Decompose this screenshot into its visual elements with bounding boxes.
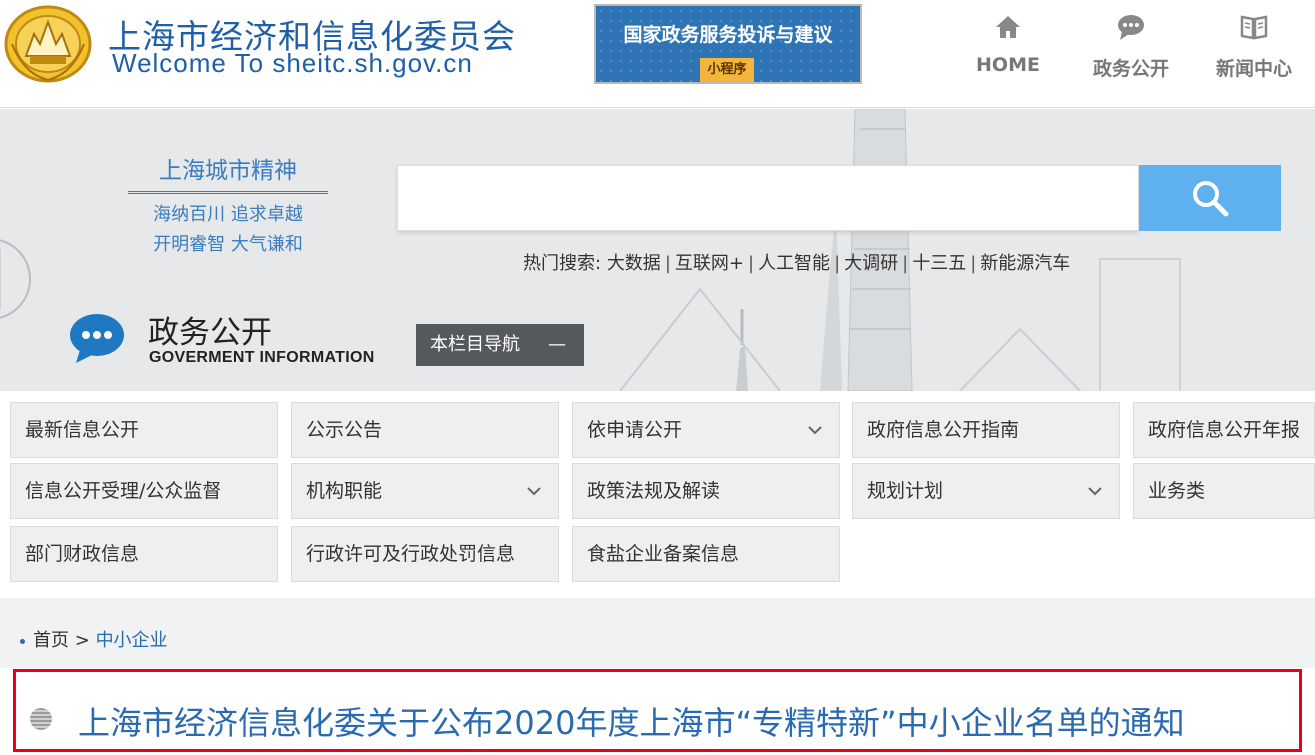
nav-gov-info-label: 政务公开 [1092, 58, 1169, 80]
category-item[interactable]: 政策法规及解读 [572, 463, 840, 519]
city-spirit-title: 上海城市精神 [128, 151, 328, 194]
hot-search-item[interactable]: 人工智能 [758, 253, 830, 274]
category-item[interactable]: 行政许可及行政处罚信息 [291, 526, 559, 582]
category-grid: 最新信息公开 公示公告 依申请公开 政府信息公开指南 政府信息公开年报 信息公开… [0, 391, 1315, 598]
nav-news-label: 新闻中心 [1215, 58, 1292, 80]
article-title-box: 上海市经济信息化委关于公布2020年度上海市“专精特新”中小企业名单的通知 [13, 669, 1302, 752]
chevron-down-icon [527, 487, 541, 496]
category-label: 依申请公开 [587, 419, 683, 441]
category-item[interactable]: 规划计划 [852, 463, 1120, 519]
section-title: 政务公开 [148, 315, 272, 351]
hot-search-separator: | [834, 253, 841, 274]
site-subtitle: Welcome To sheitc.sh.gov.cn [112, 48, 473, 78]
collapse-icon: — [548, 334, 566, 355]
breadcrumb-bullet [20, 638, 25, 644]
category-label: 规划计划 [867, 480, 944, 502]
city-spirit-line-2: 开明睿智 大气谦和 [153, 234, 303, 255]
category-item[interactable]: 最新信息公开 [10, 402, 278, 458]
section-subtitle: GOVERMENT INFORMATION [149, 349, 375, 366]
category-label: 政府信息公开指南 [867, 419, 1020, 441]
category-item[interactable]: 机构职能 [291, 463, 559, 519]
chevron-down-icon [1088, 487, 1102, 496]
category-item[interactable]: 政府信息公开指南 [852, 402, 1120, 458]
breadcrumb-bar [0, 598, 1315, 668]
category-item[interactable]: 部门财政信息 [10, 526, 278, 582]
category-item[interactable]: 业务类 [1133, 463, 1315, 519]
home-icon [996, 16, 1020, 38]
nav-news[interactable]: 新闻中心 [1204, 8, 1304, 88]
category-item[interactable]: 公示公告 [291, 402, 559, 458]
category-item[interactable]: 政府信息公开年报 [1133, 402, 1315, 458]
hot-search-separator: | [664, 253, 671, 274]
category-label: 政策法规及解读 [587, 480, 721, 502]
category-label: 信息公开受理/公众监督 [25, 480, 222, 502]
hot-search-separator: | [970, 253, 977, 274]
hot-search: 热门搜索: 大数据 | 互联网+ | 人工智能 | 大调研 | 十三五 | 新能源汽车 [523, 249, 1070, 275]
breadcrumb-separator: > [74, 630, 90, 651]
chat-icon [1118, 15, 1144, 40]
book-icon [1240, 15, 1268, 40]
breadcrumb-current-link[interactable]: 中小企业 [96, 630, 168, 651]
hot-search-item[interactable]: 大数据 [607, 253, 661, 274]
hot-search-item[interactable]: 互联网+ [675, 253, 744, 274]
nav-gov-info[interactable]: 政务公开 [1081, 8, 1181, 88]
breadcrumb-home-link[interactable]: 首页 [33, 630, 69, 651]
gov-info-chat-icon [70, 314, 124, 363]
city-spirit-line-1: 海纳百川 追求卓越 [153, 204, 303, 225]
search-button[interactable] [1139, 165, 1281, 231]
hot-search-separator: | [902, 253, 909, 274]
hero-section: 上海城市精神 海纳百川 追求卓越 开明睿智 大气谦和 热门搜索: 大数据 | 互联网… [0, 109, 1315, 391]
category-item[interactable]: 依申请公开 [572, 402, 840, 458]
category-label: 政府信息公开年报 [1148, 419, 1301, 441]
chevron-down-icon [808, 426, 822, 435]
category-item[interactable]: 信息公开受理/公众监督 [10, 463, 278, 519]
hot-search-item[interactable]: 新能源汽车 [980, 253, 1070, 274]
search-box [397, 165, 1139, 231]
breadcrumb: 首页 > 中小企业 [20, 626, 168, 652]
city-spirit: 上海城市精神 海纳百川 追求卓越 开明睿智 大气谦和 [128, 151, 328, 256]
category-label: 业务类 [1148, 480, 1206, 502]
site-header: 上海市经济和信息化委员会 Welcome To sheitc.sh.gov.cn… [0, 0, 1315, 108]
category-label: 食盐企业备案信息 [587, 543, 740, 565]
nav-home[interactable]: HOME [958, 8, 1058, 88]
category-item[interactable]: 食盐企业备案信息 [572, 526, 840, 582]
complaint-banner[interactable]: 国家政务服务投诉与建议 小程序 [594, 4, 862, 84]
article-title: 上海市经济信息化委关于公布2020年度上海市“专精特新”中小企业名单的通知 [78, 704, 1185, 742]
hot-search-item[interactable]: 大调研 [844, 253, 898, 274]
banner-tag: 小程序 [700, 58, 754, 82]
banner-title: 国家政务服务投诉与建议 [623, 24, 833, 46]
hot-search-separator: | [747, 253, 755, 274]
category-label: 公示公告 [306, 419, 383, 441]
category-label: 行政许可及行政处罚信息 [306, 543, 516, 565]
category-label: 部门财政信息 [25, 543, 140, 565]
search-input[interactable] [398, 166, 1138, 230]
hot-search-item[interactable]: 十三五 [912, 253, 966, 274]
title-bullet-icon [30, 708, 52, 730]
category-label: 最新信息公开 [25, 419, 140, 441]
category-label: 机构职能 [306, 480, 383, 502]
emblem-logo[interactable] [4, 4, 92, 84]
column-nav-button[interactable]: 本栏目导航 — [416, 324, 584, 366]
hot-search-label: 热门搜索: [523, 253, 602, 274]
column-nav-label: 本栏目导航 [430, 334, 520, 355]
search-icon [1193, 181, 1229, 217]
nav-home-label: HOME [976, 54, 1040, 76]
